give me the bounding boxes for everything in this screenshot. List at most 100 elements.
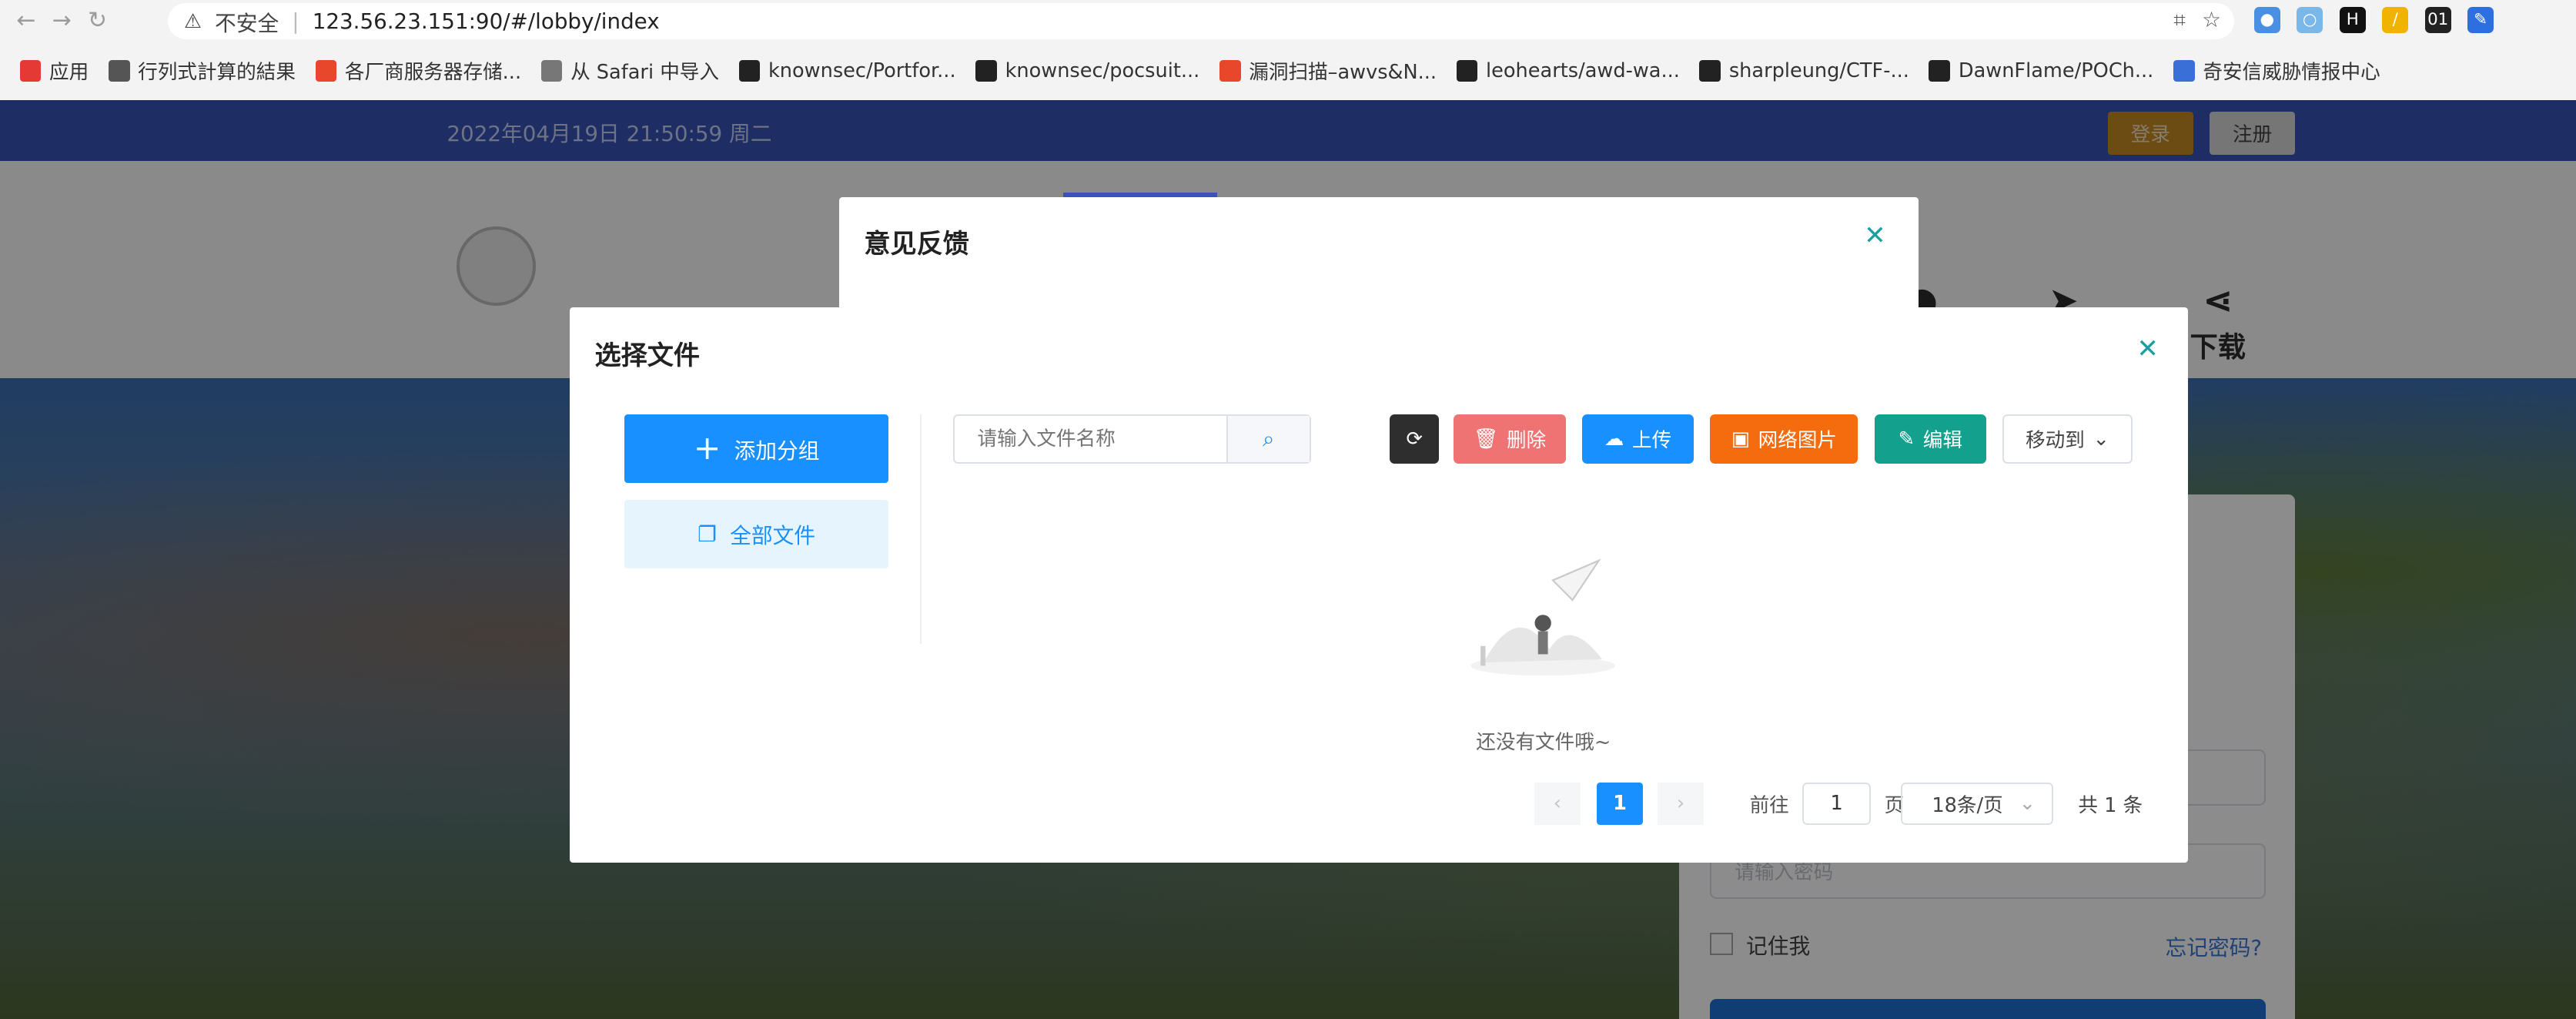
sidebar-divider bbox=[919, 414, 922, 645]
move-label: 移动到 bbox=[2026, 429, 2085, 453]
forward-icon[interactable]: → bbox=[52, 7, 72, 40]
add-group-button[interactable]: + 添加分组 bbox=[624, 414, 889, 484]
edit-button[interactable]: ✎ 编辑 bbox=[1874, 414, 1986, 464]
bookmark-label: 应用 bbox=[49, 61, 89, 85]
chevron-right-icon: › bbox=[1676, 792, 1685, 816]
dialog-close-icon[interactable]: ✕ bbox=[2136, 334, 2159, 364]
page: 2022年04月19日 21:50:59 周二 登录 注册 ●盘 ➤邮箱 ⋖下载… bbox=[0, 100, 2576, 1019]
apps-grid-icon bbox=[19, 59, 42, 82]
bookmark-label: knownsec/Portfor... bbox=[768, 59, 956, 82]
translate-icon[interactable]: ⌗ bbox=[2173, 7, 2186, 33]
extension-pen-icon[interactable]: ✎ bbox=[2467, 6, 2494, 33]
select-file-dialog: 选择文件 ✕ + 添加分组 ❐ 全部文件 ⌕ ⟳ 🗑 删除 ☁ 上传 bbox=[570, 307, 2189, 863]
file-search: ⌕ bbox=[952, 414, 1311, 464]
page-size-value: 18条/页 bbox=[1932, 793, 2003, 817]
feedback-tab-indicator bbox=[1062, 192, 1218, 198]
net-image-button[interactable]: ▣ 网络图片 bbox=[1710, 414, 1858, 464]
chevron-left-icon: ‹ bbox=[1553, 792, 1562, 816]
empty-state-text: 还没有文件哦~ bbox=[1476, 731, 1611, 755]
chevron-down-icon: ⌄ bbox=[2093, 427, 2109, 451]
file-search-input[interactable] bbox=[954, 415, 1226, 462]
c-logo-icon bbox=[1219, 59, 1241, 82]
goto-input[interactable]: 1 bbox=[1802, 782, 1872, 826]
bookmark-item[interactable]: 各厂商服务器存储... bbox=[315, 56, 522, 85]
extension-h-icon[interactable]: H bbox=[2339, 6, 2366, 33]
page-size-select[interactable]: 18条/页 ⌄ bbox=[1900, 782, 2054, 826]
github-icon bbox=[1929, 59, 1951, 82]
bookmark-item[interactable]: DawnFlame/POCh... bbox=[1929, 59, 2153, 82]
bookmark-item[interactable]: leohearts/awd-wa... bbox=[1456, 59, 1680, 82]
edit-label: 编辑 bbox=[1922, 429, 1962, 453]
bookmark-item[interactable]: 行列式計算的結果 bbox=[108, 56, 296, 85]
feedback-close-icon[interactable]: ✕ bbox=[1864, 220, 1886, 251]
url-separator: | bbox=[292, 8, 299, 35]
bookmark-star-icon[interactable]: ☆ bbox=[2202, 7, 2221, 33]
bookmark-label: 漏洞扫描–awvs&N... bbox=[1249, 61, 1437, 85]
all-files-item[interactable]: ❐ 全部文件 bbox=[624, 499, 889, 569]
bookmark-item[interactable]: sharpleung/CTF-... bbox=[1699, 59, 1909, 82]
address-bar-actions: ⌗ ☆ bbox=[2173, 7, 2221, 33]
bookmark-label: 奇安信威胁情报中心 bbox=[2203, 61, 2380, 85]
c-logo-icon bbox=[315, 59, 337, 82]
github-icon bbox=[738, 59, 761, 82]
bookmark-item[interactable]: 应用 bbox=[19, 56, 89, 85]
all-files-label: 全部文件 bbox=[730, 523, 816, 549]
security-label: 不安全 bbox=[215, 10, 279, 36]
extension-circle-icon[interactable]: ○ bbox=[2297, 6, 2323, 33]
chevron-down-icon: ⌄ bbox=[2019, 792, 2036, 816]
dialog-title: 选择文件 bbox=[594, 340, 700, 372]
extensions: ● ○ H / 01 ✎ bbox=[2253, 6, 2494, 33]
bookmark-item[interactable]: knownsec/Portfor... bbox=[738, 59, 956, 82]
github-icon bbox=[975, 59, 997, 82]
bookmark-item[interactable]: 漏洞扫描–awvs&N... bbox=[1219, 56, 1437, 85]
back-icon[interactable]: ← bbox=[16, 7, 35, 40]
url-text[interactable]: 123.56.23.151:90/#/lobby/index bbox=[313, 8, 660, 34]
extension-binary-icon[interactable]: 01 bbox=[2424, 6, 2451, 33]
image-icon: ▣ bbox=[1731, 427, 1750, 451]
eye-logo-icon bbox=[2173, 59, 2195, 82]
pagination-page-1[interactable]: 1 bbox=[1597, 782, 1643, 826]
github-icon bbox=[1456, 59, 1478, 82]
copy-icon: ❐ bbox=[698, 521, 718, 547]
pencil-icon: ✎ bbox=[1898, 427, 1915, 451]
github-icon bbox=[1699, 59, 1721, 82]
upload-button[interactable]: ☁ 上传 bbox=[1581, 414, 1694, 464]
search-button[interactable]: ⌕ bbox=[1226, 415, 1310, 462]
reload-icon[interactable]: ↻ bbox=[88, 7, 107, 40]
r-logo-icon bbox=[108, 59, 130, 82]
bookmarks-bar: 应用 行列式計算的結果 各厂商服务器存储... 从 Safari 中导入 knownse… bbox=[0, 49, 2576, 92]
upload-label: 上传 bbox=[1631, 429, 1672, 453]
bookmark-label: leohearts/awd-wa... bbox=[1486, 59, 1680, 82]
bookmark-item[interactable]: knownsec/pocsuit... bbox=[975, 59, 1199, 82]
bookmark-label: 从 Safari 中导入 bbox=[570, 61, 719, 85]
net-image-label: 网络图片 bbox=[1758, 429, 1838, 453]
bookmark-label: 行列式計算的結果 bbox=[138, 61, 296, 85]
move-to-dropdown[interactable]: 移动到 ⌄ bbox=[2002, 414, 2133, 464]
bookmark-item[interactable]: 从 Safari 中导入 bbox=[540, 56, 719, 85]
empty-illustration bbox=[1470, 558, 1615, 675]
pagination-goto: 前往 1 页 bbox=[1749, 782, 1904, 826]
delete-label: 删除 bbox=[1507, 429, 1547, 453]
refresh-button[interactable]: ⟳ bbox=[1390, 414, 1440, 464]
warning-icon: ⚠ bbox=[183, 9, 202, 33]
cloud-upload-icon: ☁ bbox=[1604, 427, 1624, 451]
goto-prefix: 前往 bbox=[1749, 793, 1789, 817]
browser-nav: ← → ↻ bbox=[16, 7, 107, 40]
extension-pin-icon[interactable]: ● bbox=[2253, 6, 2280, 33]
pagination-total: 共 1 条 bbox=[2078, 793, 2143, 817]
search-icon: ⌕ bbox=[1263, 425, 1275, 451]
bookmark-item[interactable]: 奇安信威胁情报中心 bbox=[2173, 56, 2380, 85]
feedback-title: 意见反馈 bbox=[864, 229, 969, 260]
delete-button[interactable]: 🗑 删除 bbox=[1454, 414, 1566, 464]
refresh-icon: ⟳ bbox=[1406, 427, 1423, 451]
bookmark-label: 各厂商服务器存储... bbox=[344, 61, 522, 85]
pagination-prev[interactable]: ‹ bbox=[1534, 782, 1581, 826]
extension-slash-icon[interactable]: / bbox=[2382, 6, 2409, 33]
address-bar[interactable]: ⚠ 不安全 | 123.56.23.151:90/#/lobby/index ⌗… bbox=[167, 3, 2235, 40]
folder-icon bbox=[540, 59, 563, 82]
bookmark-label: DawnFlame/POCh... bbox=[1958, 59, 2154, 82]
plus-icon: + bbox=[693, 429, 721, 468]
browser-chrome: ← → ↻ ⚠ 不安全 | 123.56.23.151:90/#/lobby/i… bbox=[0, 0, 2576, 102]
bookmark-label: sharpleung/CTF-... bbox=[1728, 59, 1909, 82]
pagination-next[interactable]: › bbox=[1658, 782, 1704, 826]
